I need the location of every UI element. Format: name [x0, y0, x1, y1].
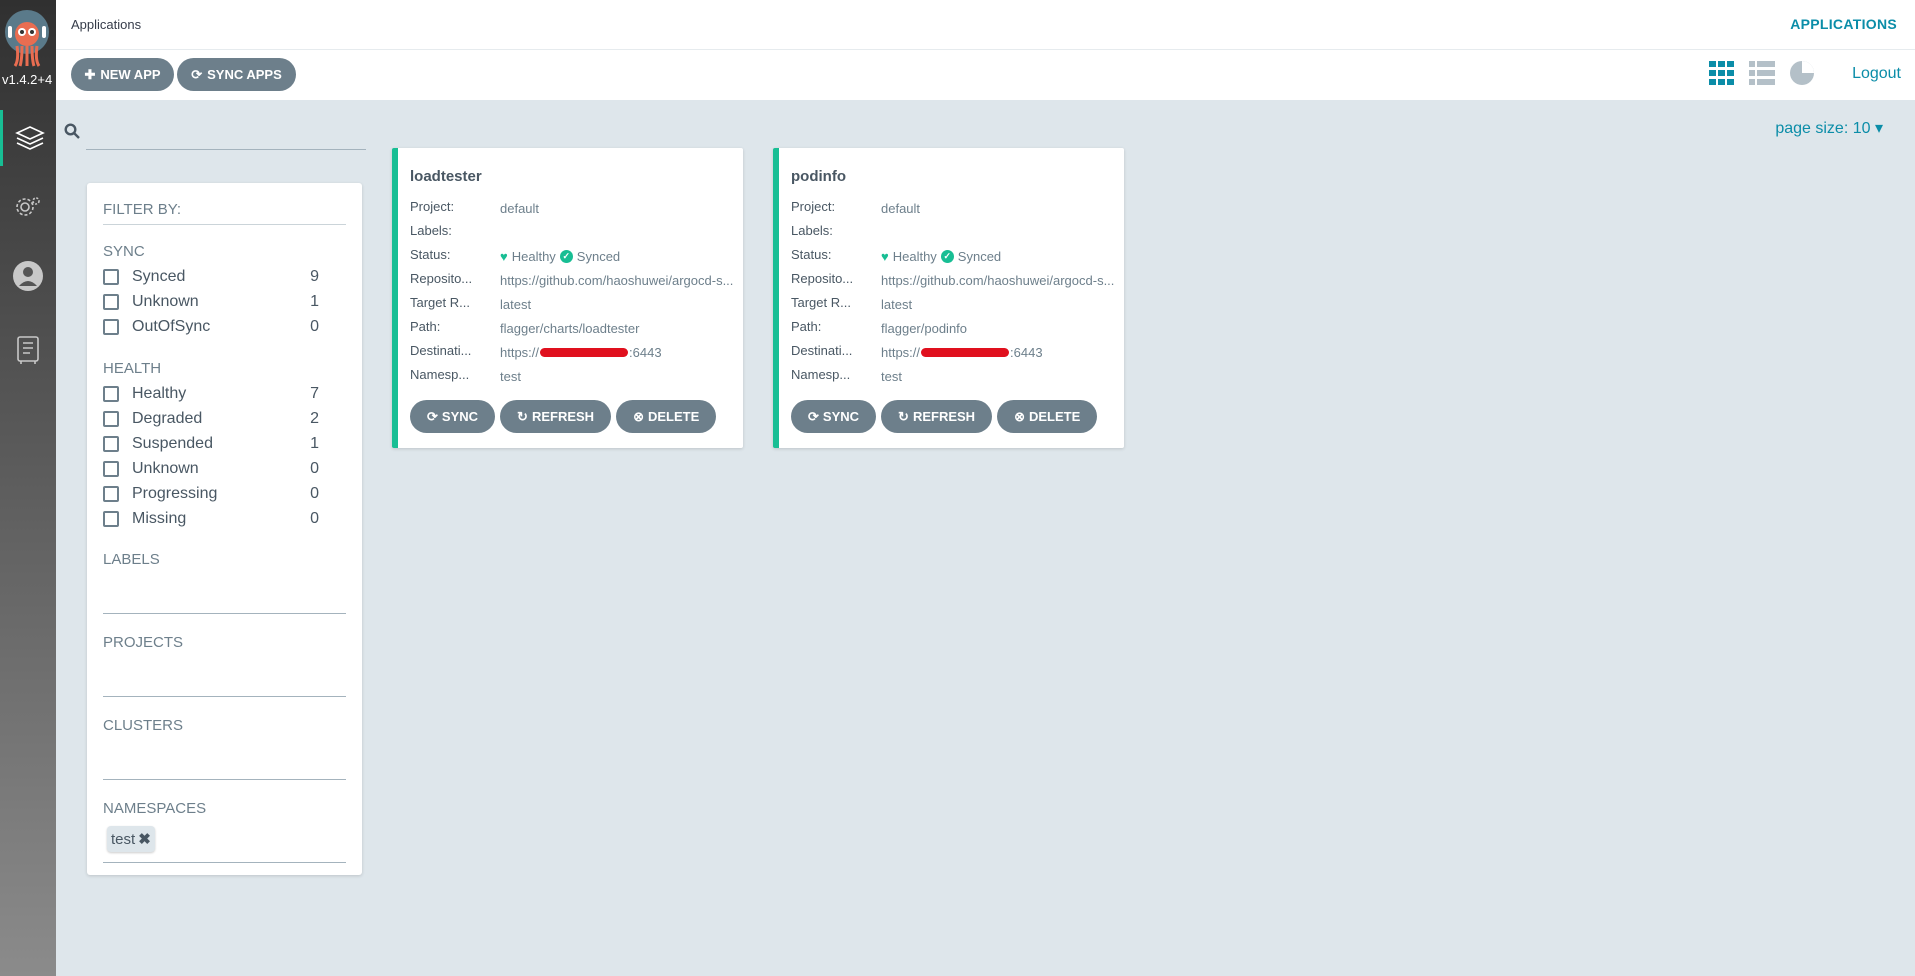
checkbox[interactable] — [103, 294, 119, 310]
app-target-row: Target R... latest — [410, 295, 532, 312]
app-destination-row: Destinati... https:// :6443 — [410, 343, 662, 360]
app-status-row: Status: ♥ Healthy ✓ Synced — [791, 247, 1002, 264]
new-app-button[interactable]: ✚ NEW APP — [71, 58, 174, 91]
sync-button[interactable]: ⟳ SYNC — [410, 400, 496, 433]
page-size-dropdown[interactable]: page size: 10 ▾ — [1775, 118, 1883, 138]
docs-icon — [15, 335, 41, 365]
projects-filter-input[interactable] — [103, 696, 346, 697]
app-status-row: Status: ♥ Healthy ✓ Synced — [410, 247, 621, 264]
app-project-row: Project: default — [791, 199, 921, 216]
sync-icon: ⟳ — [427, 408, 438, 424]
delete-button[interactable]: ⊗ DELETE — [997, 400, 1098, 433]
checkbox[interactable] — [103, 511, 119, 527]
app-name: loadtester — [410, 168, 482, 185]
app-labels-row: Labels: — [791, 223, 833, 238]
remove-tag-icon[interactable]: ✖ — [138, 830, 151, 848]
checkbox[interactable] — [103, 269, 119, 285]
delete-circle-icon: ⊗ — [1014, 408, 1025, 424]
plus-icon: ✚ — [84, 66, 96, 82]
list-view-icon[interactable] — [1749, 61, 1775, 90]
user-icon — [12, 260, 44, 292]
filter-sync-unknown[interactable]: Unknown 1 — [103, 291, 319, 313]
checkbox[interactable] — [103, 461, 119, 477]
view-switcher — [1709, 60, 1815, 91]
filter-sync-synced[interactable]: Synced 9 — [103, 266, 319, 288]
sidebar-item-settings[interactable] — [0, 180, 56, 236]
sync-button[interactable]: ⟳ SYNC — [791, 400, 877, 433]
delete-circle-icon: ⊗ — [633, 408, 644, 424]
gear-icon — [13, 193, 43, 223]
filter-health-missing[interactable]: Missing 0 — [103, 508, 319, 530]
filter-health-degraded[interactable]: Degraded 2 — [103, 408, 319, 430]
app-repository-row: Reposito... https://github.com/haoshuwei… — [410, 271, 734, 288]
layers-icon — [14, 122, 46, 154]
app-repository-row: Reposito... https://github.com/haoshuwei… — [791, 271, 1115, 288]
sync-icon: ⟳ — [191, 66, 203, 82]
checkbox[interactable] — [103, 319, 119, 335]
sync-icon: ⟳ — [808, 408, 819, 424]
app-path-row: Path: flagger/charts/loadtester — [410, 319, 640, 336]
version-label: v1.4.2+4 — [2, 72, 53, 87]
page-title: Applications — [71, 17, 142, 32]
filter-sync-outofsync[interactable]: OutOfSync 0 — [103, 316, 319, 338]
sidebar: v1.4.2+4 — [0, 0, 56, 976]
filter-panel: FILTER BY: SYNC Synced 9 Unknown 1 OutOf… — [87, 183, 362, 875]
search-input[interactable] — [86, 117, 366, 150]
app-namespace-row: Namesp... test — [410, 367, 521, 384]
check-circle-icon: ✓ — [559, 249, 573, 263]
sync-filter-title: SYNC — [103, 243, 145, 260]
caret-down-icon: ▾ — [1874, 120, 1883, 137]
sync-apps-button[interactable]: ⟳ SYNC APPS — [177, 58, 296, 91]
clusters-filter-title: CLUSTERS — [103, 717, 184, 734]
app-target-row: Target R... latest — [791, 295, 913, 312]
checkbox[interactable] — [103, 411, 119, 427]
health-filter-title: HEALTH — [103, 360, 162, 377]
refresh-button[interactable]: ↻ REFRESH — [500, 400, 612, 433]
redaction-mark — [921, 347, 1010, 357]
projects-filter-title: PROJECTS — [103, 634, 184, 651]
filter-title: FILTER BY: — [103, 201, 346, 225]
app-project-row: Project: default — [410, 199, 540, 216]
check-circle-icon: ✓ — [940, 249, 954, 263]
argo-logo[interactable] — [3, 8, 51, 68]
refresh-icon: ↻ — [898, 408, 909, 424]
app-namespace-row: Namesp... test — [791, 367, 902, 384]
checkbox[interactable] — [103, 436, 119, 452]
app-name: podinfo — [791, 168, 846, 185]
filter-health-unknown[interactable]: Unknown 0 — [103, 458, 319, 480]
delete-button[interactable]: ⊗ DELETE — [616, 400, 717, 433]
heart-icon: ♥ — [500, 248, 508, 264]
refresh-button[interactable]: ↻ REFRESH — [881, 400, 993, 433]
app-path-row: Path: flagger/podinfo — [791, 319, 968, 336]
filter-health-healthy[interactable]: Healthy 7 — [103, 383, 319, 405]
toolbar: ✚ NEW APP ⟳ SYNC APPS Logout — [56, 50, 1915, 100]
namespaces-filter-title: NAMESPACES — [103, 800, 207, 817]
checkbox[interactable] — [103, 386, 119, 402]
app-destination-row: Destinati... https:// :6443 — [791, 343, 1043, 360]
breadcrumb-applications[interactable]: APPLICATIONS — [1790, 16, 1897, 32]
clusters-filter-input[interactable] — [103, 779, 346, 780]
sidebar-item-docs[interactable] — [0, 322, 56, 378]
sidebar-item-applications[interactable] — [0, 110, 56, 166]
redaction-mark — [540, 347, 629, 357]
filter-health-suspended[interactable]: Suspended 1 — [103, 433, 319, 455]
top-bar: Applications APPLICATIONS — [56, 0, 1915, 50]
logout-link[interactable]: Logout — [1852, 65, 1901, 83]
checkbox[interactable] — [103, 486, 119, 502]
namespaces-filter-input[interactable] — [103, 862, 346, 863]
summary-view-icon[interactable] — [1789, 60, 1815, 91]
filter-health-progressing[interactable]: Progressing 0 — [103, 483, 319, 505]
app-card-loadtester[interactable]: loadtester Project: default Labels: Stat… — [392, 148, 743, 448]
sidebar-item-user-info[interactable] — [0, 248, 56, 304]
search-icon — [64, 123, 80, 144]
labels-filter-title: LABELS — [103, 551, 160, 568]
namespace-tag: test ✖ — [107, 826, 155, 852]
app-labels-row: Labels: — [410, 223, 452, 238]
app-card-podinfo[interactable]: podinfo Project: default Labels: Status:… — [773, 148, 1124, 448]
labels-filter-input[interactable] — [103, 613, 346, 614]
heart-icon: ♥ — [881, 248, 889, 264]
refresh-icon: ↻ — [517, 408, 528, 424]
tiles-view-icon[interactable] — [1709, 61, 1735, 90]
